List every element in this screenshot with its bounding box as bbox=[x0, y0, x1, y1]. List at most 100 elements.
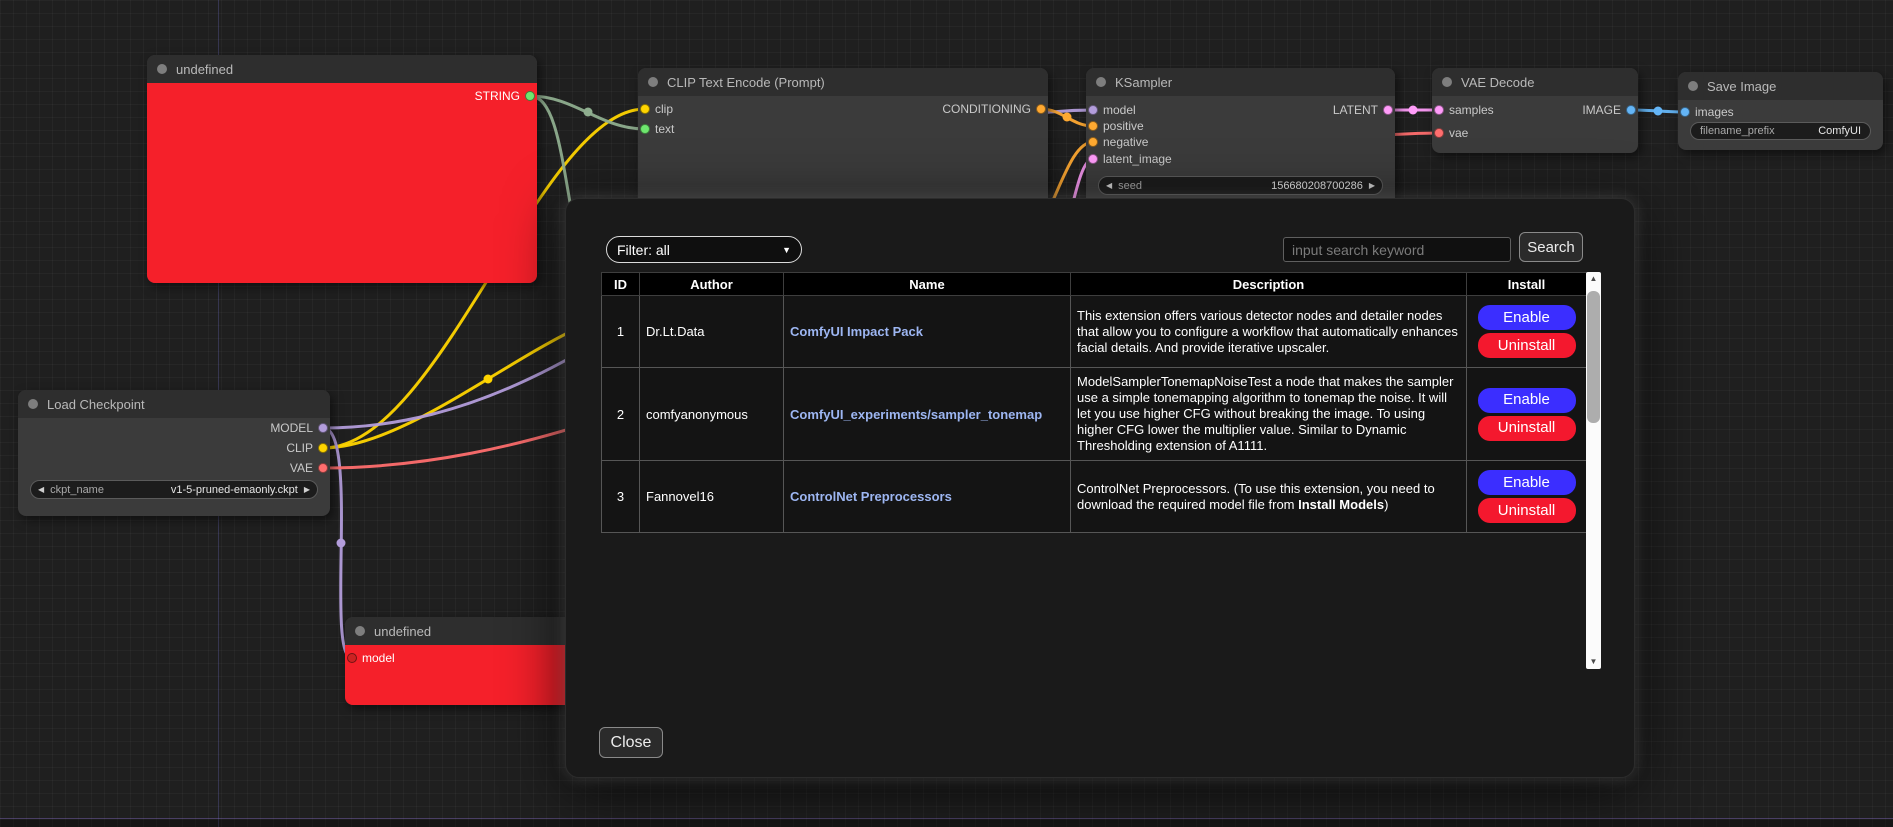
widget-name: filename_prefix bbox=[1700, 125, 1775, 137]
text-input-dot[interactable] bbox=[640, 124, 650, 134]
scrollbar[interactable]: ▲ ▼ bbox=[1586, 272, 1601, 669]
input-label-positive: positive bbox=[1103, 119, 1144, 133]
cell-description: ControlNet Preprocessors. (To use this e… bbox=[1071, 461, 1467, 533]
node-collapse-dot[interactable] bbox=[648, 77, 658, 87]
uninstall-button[interactable]: Uninstall bbox=[1478, 333, 1576, 358]
output-label-vae: VAE bbox=[290, 461, 313, 475]
output-label-clip: CLIP bbox=[286, 441, 313, 455]
cell-description: ModelSamplerTonemapNoiseTest a node that… bbox=[1071, 368, 1467, 461]
cell-author: comfyanonymous bbox=[640, 368, 784, 461]
node-collapse-dot[interactable] bbox=[28, 399, 38, 409]
vae-output-dot[interactable] bbox=[318, 463, 328, 473]
cell-author: Dr.Lt.Data bbox=[640, 296, 784, 368]
extension-link[interactable]: ComfyUI Impact Pack bbox=[790, 324, 923, 339]
node-load-checkpoint[interactable]: Load Checkpoint MODEL CLIP VAE ◀ ckpt_na… bbox=[18, 390, 330, 516]
search-input[interactable] bbox=[1283, 237, 1511, 262]
node-title: Load Checkpoint bbox=[47, 397, 145, 412]
search-button[interactable]: Search bbox=[1519, 232, 1583, 262]
node-title: Save Image bbox=[1707, 79, 1776, 94]
node-collapse-dot[interactable] bbox=[157, 64, 167, 74]
output-label-conditioning: CONDITIONING bbox=[942, 102, 1031, 116]
node-title: undefined bbox=[374, 624, 431, 639]
node-collapse-dot[interactable] bbox=[1442, 77, 1452, 87]
cell-description: This extension offers various detector n… bbox=[1071, 296, 1467, 368]
widget-value: 156680208700286 bbox=[1271, 180, 1363, 192]
col-header-description: Description bbox=[1071, 273, 1467, 296]
node-save-image[interactable]: Save Image images filename_prefix ComfyU… bbox=[1678, 72, 1883, 150]
cell-id: 1 bbox=[602, 296, 640, 368]
filter-select-value: Filter: all bbox=[617, 242, 670, 258]
clip-output-dot[interactable] bbox=[318, 443, 328, 453]
col-header-id: ID bbox=[602, 273, 640, 296]
latent-output-dot[interactable] bbox=[1383, 105, 1393, 115]
widget-left-arrow-icon[interactable]: ◀ bbox=[38, 485, 44, 494]
scrollbar-down-icon[interactable]: ▼ bbox=[1586, 656, 1601, 668]
widget-left-arrow-icon[interactable]: ◀ bbox=[1106, 181, 1112, 190]
string-output-dot[interactable] bbox=[525, 91, 535, 101]
node-collapse-dot[interactable] bbox=[1688, 81, 1698, 91]
widget-name: seed bbox=[1118, 180, 1142, 192]
error-node-body bbox=[147, 83, 537, 283]
chevron-down-icon: ▼ bbox=[782, 245, 791, 255]
conditioning-output-dot[interactable] bbox=[1036, 104, 1046, 114]
negative-input-dot[interactable] bbox=[1088, 137, 1098, 147]
node-title: KSampler bbox=[1115, 75, 1172, 90]
table-row: 2 comfyanonymous ComfyUI_experiments/sam… bbox=[602, 368, 1587, 461]
node-title: VAE Decode bbox=[1461, 75, 1534, 90]
table-row: 1 Dr.Lt.Data ComfyUI Impact Pack This ex… bbox=[602, 296, 1587, 368]
input-label-model: model bbox=[362, 651, 395, 665]
node-header[interactable]: KSampler bbox=[1086, 68, 1395, 96]
output-label-image: IMAGE bbox=[1582, 103, 1621, 117]
col-header-install: Install bbox=[1467, 273, 1587, 296]
enable-button[interactable]: Enable bbox=[1478, 470, 1576, 495]
col-header-author: Author bbox=[640, 273, 784, 296]
node-vae-decode[interactable]: VAE Decode samples vae IMAGE bbox=[1432, 68, 1638, 153]
node-title: CLIP Text Encode (Prompt) bbox=[667, 75, 825, 90]
node-undefined-top[interactable]: undefined STRING bbox=[147, 55, 537, 283]
input-label-negative: negative bbox=[1103, 135, 1148, 149]
close-button[interactable]: Close bbox=[599, 727, 663, 758]
image-output-dot[interactable] bbox=[1626, 105, 1636, 115]
vae-input-dot[interactable] bbox=[1434, 128, 1444, 138]
cell-author: Fannovel16 bbox=[640, 461, 784, 533]
node-collapse-dot[interactable] bbox=[1096, 77, 1106, 87]
widget-value: v1-5-pruned-emaonly.ckpt bbox=[171, 484, 298, 496]
node-title: undefined bbox=[176, 62, 233, 77]
enable-button[interactable]: Enable bbox=[1478, 305, 1576, 330]
uninstall-button[interactable]: Uninstall bbox=[1478, 498, 1576, 523]
node-header[interactable]: undefined bbox=[147, 55, 537, 83]
enable-button[interactable]: Enable bbox=[1478, 388, 1576, 413]
extensions-table: ID Author Name Description Install 1 Dr.… bbox=[601, 272, 1587, 533]
scrollbar-up-icon[interactable]: ▲ bbox=[1586, 273, 1601, 285]
ckpt-name-widget[interactable]: ◀ ckpt_name v1-5-pruned-emaonly.ckpt ▶ bbox=[30, 480, 318, 499]
model-output-dot[interactable] bbox=[318, 423, 328, 433]
node-header[interactable]: Save Image bbox=[1678, 72, 1883, 100]
widget-right-arrow-icon[interactable]: ▶ bbox=[304, 485, 310, 494]
table-header-row: ID Author Name Description Install bbox=[602, 273, 1587, 296]
comfyui-app: { "icons": { "left_arrow": "◀", "right_a… bbox=[0, 0, 1893, 827]
filter-select[interactable]: Filter: all ▼ bbox=[606, 236, 802, 263]
manager-dialog: Filter: all ▼ Search ID Author Name Desc… bbox=[565, 198, 1635, 778]
node-header[interactable]: CLIP Text Encode (Prompt) bbox=[638, 68, 1048, 96]
col-header-name: Name bbox=[784, 273, 1071, 296]
table-row: 3 Fannovel16 ControlNet Preprocessors Co… bbox=[602, 461, 1587, 533]
input-label-images: images bbox=[1695, 105, 1734, 119]
output-label-latent: LATENT bbox=[1333, 103, 1378, 117]
input-label-vae: vae bbox=[1449, 126, 1468, 140]
scrollbar-thumb[interactable] bbox=[1587, 291, 1600, 423]
output-label-model: MODEL bbox=[270, 421, 313, 435]
positive-input-dot[interactable] bbox=[1088, 121, 1098, 131]
filename-prefix-widget[interactable]: filename_prefix ComfyUI bbox=[1690, 122, 1871, 140]
uninstall-button[interactable]: Uninstall bbox=[1478, 416, 1576, 441]
images-input-dot[interactable] bbox=[1680, 107, 1690, 117]
extension-link[interactable]: ComfyUI_experiments/sampler_tonemap bbox=[790, 407, 1042, 422]
node-header[interactable]: Load Checkpoint bbox=[18, 390, 330, 418]
extension-link[interactable]: ControlNet Preprocessors bbox=[790, 489, 952, 504]
node-header[interactable]: VAE Decode bbox=[1432, 68, 1638, 96]
widget-value: ComfyUI bbox=[1818, 125, 1861, 137]
model-input-dot[interactable] bbox=[347, 653, 357, 663]
latent-image-input-dot[interactable] bbox=[1088, 154, 1098, 164]
widget-right-arrow-icon[interactable]: ▶ bbox=[1369, 181, 1375, 190]
seed-widget[interactable]: ◀ seed 156680208700286 ▶ bbox=[1098, 176, 1383, 195]
node-collapse-dot[interactable] bbox=[355, 626, 365, 636]
